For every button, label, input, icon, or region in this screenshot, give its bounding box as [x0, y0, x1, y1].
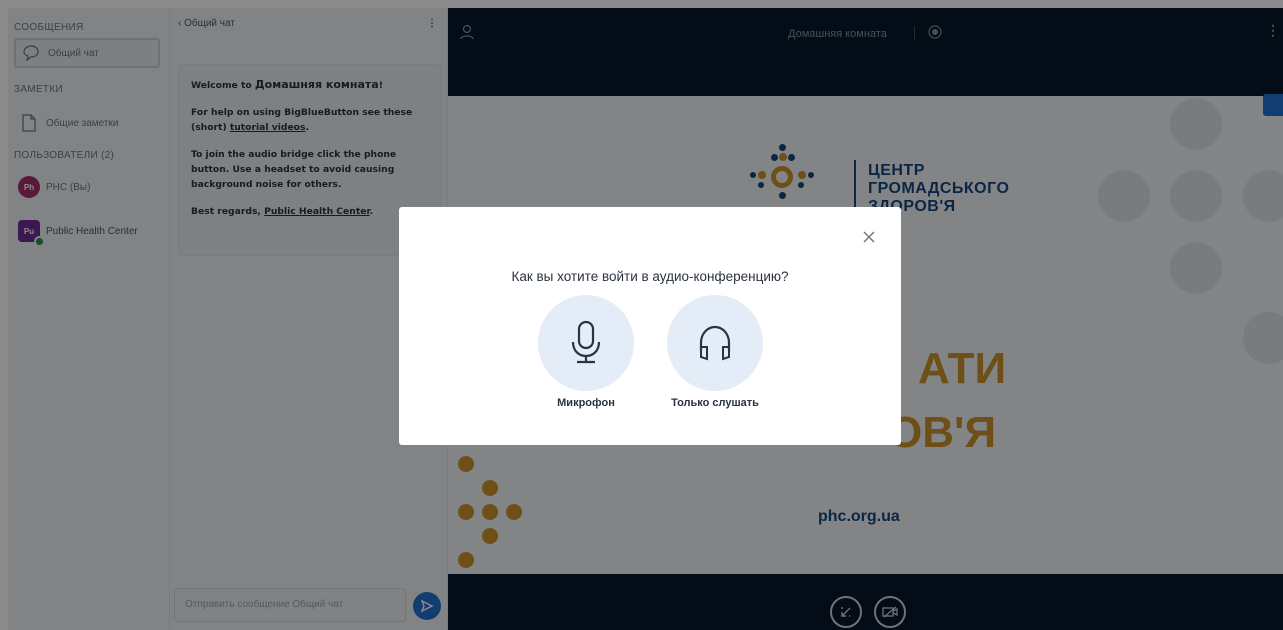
microphone-icon [571, 320, 601, 364]
microphone-option[interactable]: Микрофон [538, 295, 634, 409]
listen-only-option[interactable]: Только слушать [667, 295, 763, 409]
close-icon[interactable] [861, 229, 877, 245]
microphone-label: Микрофон [557, 397, 615, 409]
headphones-icon [699, 325, 731, 361]
audio-join-modal: Как вы хотите войти в аудио-конференцию?… [399, 207, 901, 445]
modal-title: Как вы хотите войти в аудио-конференцию? [511, 269, 789, 284]
listen-only-label: Только слушать [671, 397, 759, 409]
